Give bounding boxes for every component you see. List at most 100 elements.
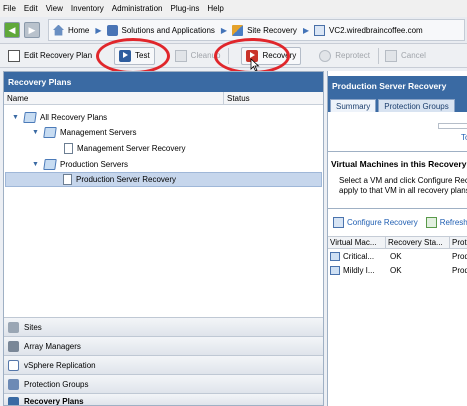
toolbar-divider: [377, 47, 379, 64]
recovery-plan-icon: [64, 142, 73, 154]
breadcrumb-separator-icon: ▶: [95, 25, 102, 35]
recovery-plans-header: Recovery Plans: [4, 72, 323, 92]
mouse-pointer-icon: [250, 58, 260, 72]
breadcrumb-site-recovery-label: Site Recovery: [247, 25, 297, 35]
vm-protection-cell: Prod: [452, 251, 467, 261]
cleanup-button[interactable]: Cleanup: [171, 47, 225, 65]
tree-node-production-server-recovery[interactable]: Production Server Recovery: [5, 172, 322, 187]
virtual-machine-icon: [330, 265, 340, 275]
test-button[interactable]: Test: [114, 46, 155, 65]
expand-arrow-icon[interactable]: ▼: [12, 114, 20, 121]
breadcrumb-separator-icon: ▶: [302, 25, 310, 35]
breadcrumb-separator-icon: ▶: [220, 25, 228, 35]
tree-column-header: Name Status: [4, 92, 323, 105]
plan-details-title: Production Server Recovery: [328, 76, 467, 96]
nav-section-sites[interactable]: Sites: [4, 317, 323, 336]
table-row[interactable]: Mildly I... OK Prod: [328, 263, 467, 277]
breadcrumb-home[interactable]: Home: [53, 24, 90, 36]
breadcrumb-solutions-label: Solutions and Applications: [121, 25, 215, 35]
recovery-plans-panel: Recovery Plans Name Status ▼ All Recover…: [3, 71, 324, 406]
breadcrumb-site-recovery[interactable]: ▶ Site Recovery: [220, 24, 297, 36]
configure-recovery-link[interactable]: Configure Recovery: [347, 218, 418, 227]
edit-recovery-plan-button[interactable]: Edit Recovery Plan: [4, 47, 104, 65]
nav-section-label: Sites: [24, 322, 42, 332]
test-label: Test: [135, 51, 150, 60]
breadcrumb-home-label: Home: [68, 25, 90, 35]
vm-protection-cell: Prod: [452, 265, 467, 275]
nav-section-array-managers[interactable]: Array Managers: [4, 336, 323, 355]
vm-table: Virtual Mac... Recovery Sta... Prot... C…: [328, 236, 467, 277]
reprotect-button[interactable]: Reprotect: [315, 47, 374, 65]
menu-administration[interactable]: Administration: [112, 4, 163, 13]
menu-view[interactable]: View: [46, 4, 63, 13]
reprotect-icon: [319, 49, 332, 62]
tree-node-management-server-recovery[interactable]: Management Server Recovery: [64, 141, 186, 155]
menu-help[interactable]: Help: [207, 4, 223, 13]
cancel-button[interactable]: Cancel: [381, 47, 430, 65]
tree-node-label: Management Servers: [60, 127, 137, 137]
protection-group-icon: [8, 378, 19, 390]
breadcrumb-vcenter[interactable]: ▶ VC2.wiredbraincoffee.com: [302, 24, 423, 36]
breadcrumb-vcenter-label: VC2.wiredbraincoffee.com: [329, 25, 423, 35]
edit-recovery-plan-label: Edit Recovery Plan: [24, 51, 93, 60]
cancel-label: Cancel: [400, 51, 426, 60]
nav-section-label: Array Managers: [24, 341, 81, 351]
table-row[interactable]: Critical... OK Prod: [328, 249, 467, 263]
nav-section-label: Recovery Plans: [24, 397, 84, 405]
expand-arrow-icon[interactable]: ▼: [32, 161, 40, 168]
nav-section-recovery-plans[interactable]: Recovery Plans: [4, 393, 323, 405]
column-status[interactable]: Status: [224, 92, 250, 104]
breadcrumb-solutions[interactable]: ▶ Solutions and Applications: [95, 24, 215, 36]
vcenter-icon: [314, 24, 326, 36]
cleanup-icon: [174, 49, 187, 62]
navigation-bar: ◀ ▶ Home ▶ Solutions and Applications ▶ …: [0, 17, 467, 44]
refresh-link[interactable]: Refresh: [440, 218, 467, 227]
breadcrumb: Home ▶ Solutions and Applications ▶ Site…: [48, 19, 465, 41]
recovery-label: Recovery: [262, 51, 297, 60]
nav-section-label: vSphere Replication: [24, 360, 96, 370]
plan-details-panel: Production Server Recovery Summary Prote…: [327, 71, 467, 406]
menu-bar: File Edit View Inventory Administration …: [0, 0, 467, 17]
edit-icon: [8, 49, 20, 62]
site-recovery-icon: [232, 24, 244, 36]
details-tab-strip: Summary Protection Groups: [328, 96, 467, 112]
tab-summary[interactable]: Summary: [330, 99, 377, 112]
reprotect-label: Reprotect: [335, 51, 370, 60]
column-protection[interactable]: Prot...: [450, 237, 467, 248]
column-name[interactable]: Name: [4, 92, 224, 104]
tree-node-label: All Recovery Plans: [40, 112, 108, 122]
vm-status-cell: OK: [390, 251, 402, 261]
vm-status-cell: OK: [390, 265, 402, 275]
virtual-machines-section: Virtual Machines in this Recovery Plan S…: [328, 151, 467, 209]
navigation-sections: Sites Array Managers vSphere Replication…: [4, 317, 323, 405]
array-manager-icon: [8, 340, 19, 352]
forward-button[interactable]: ▶: [24, 22, 40, 38]
home-icon: [53, 24, 64, 36]
vm-name-cell: Mildly I...: [328, 263, 386, 277]
vm-name: Mildly I...: [343, 265, 375, 275]
back-button[interactable]: ◀: [4, 22, 20, 38]
cancel-icon: [384, 49, 397, 62]
virtual-machine-icon: [330, 251, 340, 261]
nav-section-label: Protection Groups: [24, 379, 89, 389]
tree-node-management-servers[interactable]: ▼ Management Servers: [32, 125, 136, 139]
menu-inventory[interactable]: Inventory: [71, 4, 104, 13]
toolbar-divider: [228, 47, 230, 64]
arrow-left-icon: ◀: [8, 24, 16, 35]
tree-node-production-servers[interactable]: ▼ Production Servers: [32, 157, 128, 171]
toolbar: Edit Recovery Plan Test Cleanup Recovery…: [0, 44, 467, 68]
menu-plugins[interactable]: Plug-ins: [170, 4, 199, 13]
menu-file[interactable]: File: [3, 4, 16, 13]
nav-section-protection-groups[interactable]: Protection Groups: [4, 374, 323, 393]
menu-edit[interactable]: Edit: [24, 4, 38, 13]
tree-node-label: Production Server Recovery: [76, 175, 177, 184]
tab-protection-groups[interactable]: Protection Groups: [378, 99, 455, 112]
column-recovery-status[interactable]: Recovery Sta...: [386, 237, 450, 248]
tree-node-all-plans[interactable]: ▼ All Recovery Plans: [12, 110, 107, 124]
column-virtual-machine[interactable]: Virtual Mac...: [328, 237, 386, 248]
nav-section-vsphere-replication[interactable]: vSphere Replication: [4, 355, 323, 374]
tree-node-label: Production Servers: [60, 159, 129, 169]
solutions-icon: [106, 24, 118, 36]
to-link[interactable]: To: [461, 133, 467, 142]
expand-arrow-icon[interactable]: ▼: [32, 129, 40, 136]
